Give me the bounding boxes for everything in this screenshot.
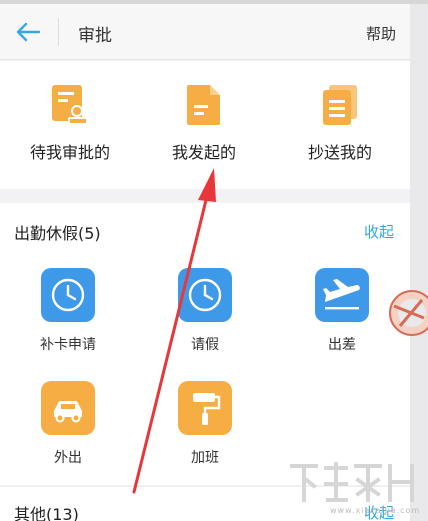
- help-button[interactable]: 帮助: [366, 23, 396, 44]
- overtime-app[interactable]: 加班: [159, 381, 251, 467]
- business-trip-label: 出差: [328, 337, 356, 353]
- going-out-tile: [41, 381, 95, 435]
- back-arrow-icon[interactable]: [14, 20, 42, 44]
- card-replacement-tile: [41, 268, 95, 322]
- attendance-section: 出勤休假(5) 收起 补卡申请 请假 出差 外出 加班: [0, 203, 410, 485]
- watermark-logo-icon: [290, 462, 414, 502]
- attendance-collapse-button[interactable]: 收起: [364, 221, 394, 242]
- top-actions-card: 待我审批的 我发起的 抄送我的: [0, 61, 410, 189]
- leave-label: 请假: [191, 337, 219, 353]
- overtime-tile: [178, 381, 232, 435]
- card-replacement-label: 补卡申请: [40, 337, 96, 353]
- decorative-badge-icon: [389, 290, 428, 336]
- card-replacement-app[interactable]: 补卡申请: [22, 268, 114, 354]
- clock-icon: [51, 278, 85, 312]
- header-divider: [58, 18, 59, 46]
- app-header: 审批 帮助: [0, 4, 410, 60]
- pending-approval-icon: [52, 85, 88, 125]
- cc-files-icon: [323, 85, 357, 125]
- pending-approval-button[interactable]: 待我审批的: [2, 83, 138, 163]
- watermark-url: www.xiazaiba.com: [330, 506, 421, 515]
- cc-to-me-button[interactable]: 抄送我的: [272, 83, 408, 163]
- airplane-icon: [323, 279, 360, 310]
- document-icon: [187, 85, 220, 125]
- going-out-label: 外出: [54, 450, 82, 466]
- clock-icon: [188, 278, 222, 312]
- page-title: 审批: [78, 26, 112, 46]
- overtime-label: 加班: [191, 450, 219, 466]
- paint-roller-icon: [193, 393, 221, 425]
- business-trip-app[interactable]: 出差: [296, 268, 388, 354]
- my-initiated-button[interactable]: 我发起的: [136, 83, 272, 163]
- going-out-app[interactable]: 外出: [22, 381, 114, 467]
- other-section-title: 其他(13): [14, 505, 79, 521]
- attendance-section-title: 出勤休假(5): [14, 224, 101, 243]
- pending-approval-label: 待我审批的: [29, 143, 110, 162]
- business-trip-tile: [315, 268, 369, 322]
- leave-app[interactable]: 请假: [159, 268, 251, 354]
- car-icon: [54, 400, 82, 423]
- cc-to-me-label: 抄送我的: [307, 143, 372, 162]
- right-edge: [410, 4, 428, 521]
- my-initiated-label: 我发起的: [171, 143, 236, 162]
- leave-tile: [178, 268, 232, 322]
